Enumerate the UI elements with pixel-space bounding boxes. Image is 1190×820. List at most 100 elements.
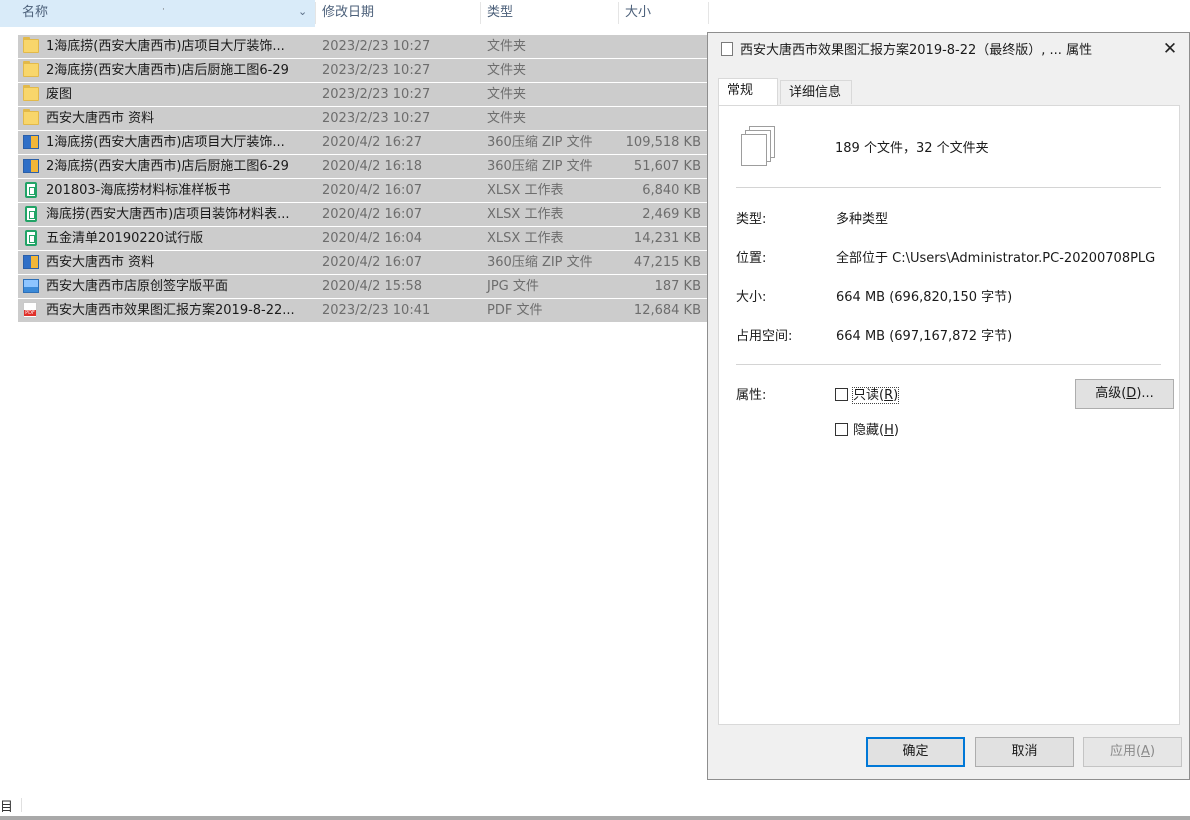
image-icon — [23, 279, 39, 293]
column-size[interactable]: 大小 — [625, 0, 705, 27]
file-name: 201803-海底捞材料标准样板书 — [46, 183, 231, 198]
file-type: 360压缩 ZIP 文件 — [487, 159, 593, 174]
dialog-title: 西安大唐西市效果图汇报方案2019-8-22（最终版）, ... 属性 — [721, 41, 1092, 61]
file-name: 废图 — [46, 87, 73, 102]
document-icon — [721, 42, 733, 56]
file-size: 47,215 KB — [633, 255, 701, 270]
file-type: 文件夹 — [487, 39, 527, 54]
type-label: 类型: — [736, 212, 767, 227]
file-size: 2,469 KB — [642, 207, 701, 222]
column-divider[interactable] — [315, 2, 316, 24]
file-type: JPG 文件 — [487, 279, 539, 294]
file-type: 360压缩 ZIP 文件 — [487, 135, 593, 150]
folder-icon — [23, 61, 39, 77]
file-date: 2023/2/23 10:27 — [322, 39, 431, 54]
checkbox-box[interactable] — [835, 388, 848, 401]
cancel-button[interactable]: 取消 — [975, 737, 1074, 767]
file-name: 西安大唐西市 资料 — [46, 255, 155, 270]
file-row[interactable]: 西安大唐西市店原创签字版平面 2020/4/2 15:58 JPG 文件 187 KB — [18, 275, 708, 298]
file-date: 2023/2/23 10:41 — [322, 303, 431, 318]
location-label: 位置: — [736, 251, 767, 266]
column-divider[interactable] — [618, 2, 619, 24]
file-row[interactable]: 西安大唐西市 资料 2020/4/2 16:07 360压缩 ZIP 文件 47,21… — [18, 251, 708, 274]
advanced-button[interactable]: 高级(D)... — [1075, 379, 1174, 409]
column-date[interactable]: 修改日期 — [322, 0, 477, 27]
column-divider[interactable] — [708, 2, 709, 24]
file-name: 2海底捞(西安大唐西市)店后厨施工图6-29 — [46, 159, 289, 174]
status-bar-text: 目 — [0, 800, 14, 815]
multiple-files-icon — [741, 126, 777, 168]
file-name: 1海底捞(西安大唐西市)店项目大厅装饰... — [46, 135, 285, 150]
size-label: 大小: — [736, 290, 767, 305]
zip-icon — [23, 135, 39, 149]
file-date: 2020/4/2 16:27 — [322, 135, 422, 150]
location-value: 全部位于 C:\Users\Administrator.PC-20200708P… — [836, 251, 1156, 266]
file-row[interactable]: 2海底捞(西安大唐西市)店后厨施工图6-29 2023/2/23 10:27 文件夹 — [18, 59, 708, 82]
hidden-checkbox[interactable]: 隐藏(H) — [835, 422, 900, 440]
tab-details[interactable]: 详细信息 — [780, 80, 852, 104]
close-icon[interactable]: ✕ — [1159, 38, 1181, 60]
file-row[interactable]: 废图 2023/2/23 10:27 文件夹 — [18, 83, 708, 106]
xlsx-icon — [25, 182, 37, 198]
file-type: 文件夹 — [487, 63, 527, 78]
attributes-label: 属性: — [736, 388, 767, 403]
file-date: 2023/2/23 10:27 — [322, 87, 431, 102]
file-name: 西安大唐西市效果图汇报方案2019-8-22... — [46, 303, 295, 318]
tab-general[interactable]: 常规 — [718, 78, 778, 105]
file-size: 51,607 KB — [633, 159, 701, 174]
folder-icon — [23, 109, 39, 125]
file-list: 1海底捞(西安大唐西市)店项目大厅装饰... 2023/2/23 10:27 文件夹… — [18, 35, 708, 323]
file-row[interactable]: 五金清单20190220试行版 2020/4/2 16:04 XLSX 工作表 14,… — [18, 227, 708, 250]
xlsx-icon — [25, 230, 37, 246]
file-row[interactable]: 201803-海底捞材料标准样板书 2020/4/2 16:07 XLSX 工作表 6… — [18, 179, 708, 202]
file-row[interactable]: 海底捞(西安大唐西市)店项目装饰材料表... 2020/4/2 16:07 XLSX… — [18, 203, 708, 226]
divider — [736, 187, 1161, 188]
file-type: XLSX 工作表 — [487, 231, 564, 246]
file-date: 2020/4/2 16:18 — [322, 159, 422, 174]
disk-size-value: 664 MB (697,167,872 字节) — [836, 329, 1013, 344]
divider — [736, 364, 1161, 365]
chevron-down-icon[interactable]: ⌄ — [298, 0, 307, 24]
readonly-label: 只读(R) — [852, 387, 900, 404]
window-bottom-edge — [0, 816, 1190, 820]
column-divider[interactable] — [480, 2, 481, 24]
file-name: 海底捞(西安大唐西市)店项目装饰材料表... — [46, 207, 290, 222]
file-size: 12,684 KB — [633, 303, 701, 318]
file-type: XLSX 工作表 — [487, 207, 564, 222]
ok-button[interactable]: 确定 — [866, 737, 965, 767]
type-value: 多种类型 — [836, 212, 889, 227]
file-type: XLSX 工作表 — [487, 183, 564, 198]
file-name: 1海底捞(西安大唐西市)店项目大厅装饰... — [46, 39, 285, 54]
file-type: PDF 文件 — [487, 303, 543, 318]
size-value: 664 MB (696,820,150 字节) — [836, 290, 1013, 305]
file-size: 6,840 KB — [642, 183, 701, 198]
disk-size-label: 占用空间: — [736, 329, 793, 344]
column-resize-dot: · — [162, 5, 165, 15]
file-row[interactable]: 西安大唐西市 资料 2023/2/23 10:27 文件夹 — [18, 107, 708, 130]
checkbox-box[interactable] — [835, 423, 848, 436]
file-type: 文件夹 — [487, 111, 527, 126]
file-type: 360压缩 ZIP 文件 — [487, 255, 593, 270]
column-name[interactable]: 名称 · ⌄ — [0, 0, 315, 27]
file-type: 文件夹 — [487, 87, 527, 102]
folder-icon — [23, 37, 39, 53]
file-row[interactable]: 1海底捞(西安大唐西市)店项目大厅装饰... 2020/4/2 16:27 360压… — [18, 131, 708, 154]
file-name: 五金清单20190220试行版 — [46, 231, 204, 246]
file-row[interactable]: 1海底捞(西安大唐西市)店项目大厅装饰... 2023/2/23 10:27 文件夹 — [18, 35, 708, 58]
selection-summary: 189 个文件，32 个文件夹 — [835, 141, 989, 156]
hidden-label: 隐藏(H) — [853, 423, 899, 438]
file-size: 14,231 KB — [633, 231, 701, 246]
zip-icon — [23, 255, 39, 269]
column-type[interactable]: 类型 — [487, 0, 617, 27]
apply-button[interactable]: 应用(A) — [1083, 737, 1182, 767]
folder-icon — [23, 85, 39, 101]
file-date: 2020/4/2 16:07 — [322, 183, 422, 198]
readonly-checkbox[interactable]: 只读(R) — [835, 387, 900, 405]
file-size: 187 KB — [654, 279, 701, 294]
file-row[interactable]: 2海底捞(西安大唐西市)店后厨施工图6-29 2020/4/2 16:18 360压… — [18, 155, 708, 178]
file-date: 2023/2/23 10:27 — [322, 63, 431, 78]
general-panel: 189 个文件，32 个文件夹 类型: 多种类型 位置: 全部位于 C:\Use… — [718, 105, 1180, 725]
properties-dialog: 西安大唐西市效果图汇报方案2019-8-22（最终版）, ... 属性 ✕ 常规… — [707, 32, 1190, 780]
file-row[interactable]: 西安大唐西市效果图汇报方案2019-8-22... 2023/2/23 10:41… — [18, 299, 708, 322]
file-name: 西安大唐西市 资料 — [46, 111, 155, 126]
